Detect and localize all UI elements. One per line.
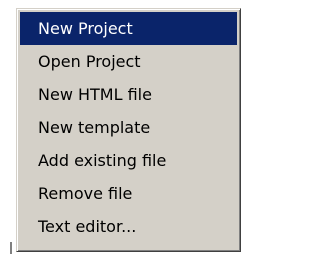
- menu-item-new-project[interactable]: New Project: [20, 12, 237, 45]
- context-menu: New Project Open Project New HTML file N…: [16, 8, 241, 252]
- parent-control-edge: [10, 242, 12, 254]
- menu-item-open-project[interactable]: Open Project: [20, 45, 237, 78]
- menu-item-new-html-file[interactable]: New HTML file: [20, 78, 237, 111]
- menu-item-text-editor[interactable]: Text editor...: [20, 210, 237, 243]
- menu-item-remove-file[interactable]: Remove file: [20, 177, 237, 210]
- menu-item-add-existing-file[interactable]: Add existing file: [20, 144, 237, 177]
- screen-area: New Project Open Project New HTML file N…: [0, 0, 242, 254]
- menu-item-new-template[interactable]: New template: [20, 111, 237, 144]
